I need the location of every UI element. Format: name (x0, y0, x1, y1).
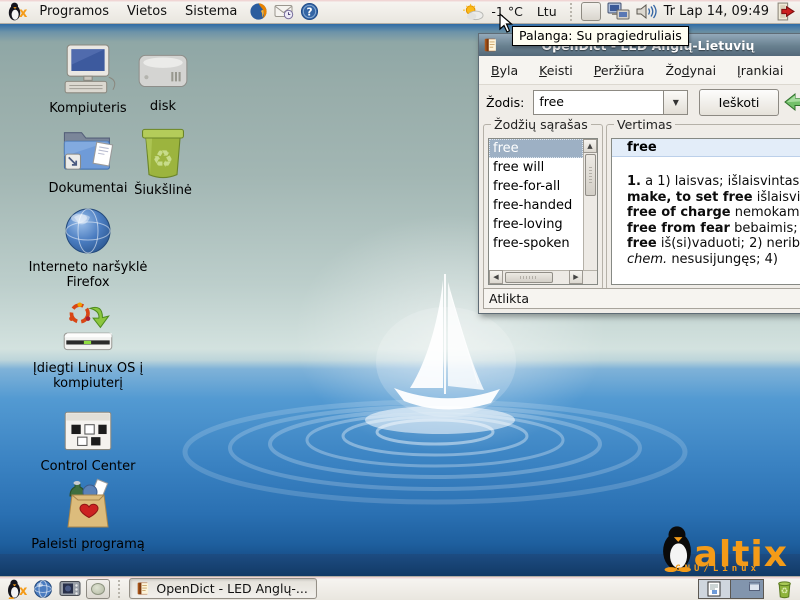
definition-line: free iš(si)vaduoti; 2) neribo (627, 236, 800, 252)
task-button-opendict[interactable]: OpenDict - LED Anglų-... (129, 578, 317, 599)
definition-line: chem. nesusijungęs; 4) (627, 252, 800, 268)
baltix-menu-icon[interactable]: x (7, 2, 27, 21)
translation-headword: free (612, 139, 800, 157)
horizontal-scrollbar[interactable]: ◀ ▶ (489, 270, 597, 284)
menu-keisti[interactable]: Keisti (539, 63, 573, 78)
network-computers-icon[interactable] (607, 2, 630, 21)
desktop-icon-label: Šiukšlinė (134, 183, 192, 198)
firefox-launcher-icon[interactable] (249, 2, 268, 21)
top-panel: x Programos Vietos Sistema ? (0, 0, 800, 24)
menu-byla[interactable]: Byla (491, 63, 518, 78)
desktop-icon-label: disk (150, 99, 176, 114)
wordlist-frame-label: Žodžių sąrašas (491, 117, 591, 132)
hard-disk-icon (135, 48, 191, 96)
window-menubar: Byla Keisti Peržiūra Žodynai Įrankiai Pa… (479, 56, 800, 85)
scroll-right-button[interactable]: ▶ (569, 270, 583, 284)
help-launcher-icon[interactable]: ? (300, 2, 319, 21)
opendict-window: OpenDict - LED Anglų-Lietuvių Byla Keist… (478, 33, 800, 314)
svg-text:♻: ♻ (781, 585, 789, 595)
control-center-icon (59, 410, 117, 456)
word-list-item-selected[interactable]: free (489, 139, 583, 158)
translation-frame-label: Vertimas (614, 117, 675, 132)
gnu-linux-label: GNU/Linux (675, 564, 760, 574)
word-list-item[interactable]: free-spoken (489, 234, 583, 253)
word-entry[interactable]: free (533, 90, 663, 115)
svg-text:?: ? (307, 6, 313, 18)
word-list-item[interactable]: free-loving (489, 215, 583, 234)
workspace-1[interactable] (699, 580, 731, 598)
vertical-scrollbar[interactable]: ▲ ▼ (583, 139, 597, 270)
combo-dropdown-button[interactable]: ▼ (663, 90, 688, 115)
translation-view[interactable]: free 1. a 1) laisvas; išlaisvintas; t ma… (611, 138, 800, 285)
menu-perziura[interactable]: Peržiūra (594, 63, 645, 78)
desktop-icon-label: Control Center (41, 459, 136, 474)
definition-line: free from fear bebaimis; t (627, 221, 800, 237)
desktop-icon-trash[interactable]: ♻ Šiukšlinė (88, 124, 238, 198)
mail-launcher-icon[interactable] (274, 3, 294, 20)
desktop-icon-label: Paleisti programą (31, 537, 145, 552)
scroll-up-button[interactable]: ▲ (583, 139, 597, 153)
translation-body: 1. a 1) laisvas; išlaisvintas; t make, t… (612, 174, 800, 267)
menu-sistema[interactable]: Sistema (176, 0, 246, 23)
svg-text:♻: ♻ (152, 145, 173, 173)
search-button[interactable]: Ieškoti (699, 89, 779, 116)
video-app-icon[interactable] (59, 579, 81, 598)
scroll-left-button[interactable]: ◀ (489, 270, 503, 284)
install-os-icon (57, 300, 119, 358)
web-globe-icon[interactable] (33, 579, 53, 599)
desktop-icon-install-linux[interactable]: Įdiegti Linux OS į kompiuterį (13, 300, 163, 391)
volume-speaker-icon[interactable] (636, 3, 657, 20)
desktop-icon-label: Interneto naršyklė Firefox (13, 260, 163, 290)
opendict-book-icon (136, 581, 151, 596)
word-list-item[interactable]: free-for-all (489, 177, 583, 196)
task-button-label: OpenDict - LED Anglų-... (156, 581, 307, 596)
show-desktop-icon (91, 583, 105, 595)
bottom-panel: x (0, 576, 800, 600)
trash-icon: ♻ (135, 124, 191, 180)
trash-applet-icon[interactable]: ♻ (775, 579, 794, 599)
weather-tooltip: Palanga: Su pragiedruliais (512, 26, 689, 46)
hscroll-thumb[interactable] (505, 272, 553, 283)
logout-icon[interactable] (776, 2, 795, 21)
word-list[interactable]: free free will free-for-all free-handed … (488, 138, 598, 285)
desktop-icon-run-program[interactable]: Paleisti programą (13, 478, 163, 552)
workspace-2[interactable] (731, 580, 763, 598)
applet-drag-handle[interactable] (567, 3, 576, 21)
run-program-bag-icon (60, 478, 116, 534)
workspace-switcher[interactable] (698, 579, 764, 599)
menu-programos[interactable]: Programos (30, 0, 118, 23)
word-list-item[interactable]: free-handed (489, 196, 583, 215)
definition-line: free of charge nemokama (627, 205, 800, 221)
mouse-cursor (499, 13, 514, 34)
vscroll-thumb[interactable] (585, 154, 596, 196)
desktop-icon-label: Įdiegti Linux OS į kompiuterį (18, 361, 158, 391)
taskbar-drag-handle[interactable] (114, 580, 123, 598)
weather-applet-icon[interactable] (463, 3, 484, 21)
desktop-icon-firefox[interactable]: Interneto naršyklė Firefox (13, 205, 163, 290)
screen: { "colors": { "selection": "#9db0c4", "t… (0, 0, 800, 600)
menu-vietos[interactable]: Vietos (118, 0, 176, 23)
desktop-icon-disk[interactable]: disk (88, 48, 238, 114)
clock[interactable]: Tr Lap 14, 09:49 (664, 4, 769, 19)
menu-zodynai[interactable]: Žodynai (665, 63, 716, 78)
definition-line: 1. a 1) laisvas; išlaisvintas; t (627, 174, 800, 190)
globe-browser-icon (61, 205, 115, 257)
word-list-item[interactable]: free will (489, 158, 583, 177)
show-desktop-button[interactable] (86, 579, 110, 599)
window-statusbar: Atlikta (483, 288, 800, 309)
desktop-icon-control-center[interactable]: Control Center (13, 410, 163, 474)
search-toolbar: Žodis: free ▼ Ieškoti (479, 85, 800, 120)
word-label: Žodis: (486, 95, 524, 110)
notification-area-button[interactable] (581, 2, 601, 21)
back-arrow-button[interactable] (784, 92, 800, 112)
baltix-taskbar-icon[interactable]: x (6, 579, 27, 599)
word-combobox[interactable]: free ▼ (533, 90, 688, 115)
menu-irankiai[interactable]: Įrankiai (737, 63, 783, 78)
translation-frame: Vertimas free 1. a 1) laisvas; išlaisvin… (606, 124, 800, 290)
wordlist-frame: Žodžių sąrašas free free will free-for-a… (483, 124, 603, 290)
keyboard-layout-indicator[interactable]: Ltu (537, 4, 557, 19)
definition-line: make, to set free išlaisvin (627, 190, 800, 206)
